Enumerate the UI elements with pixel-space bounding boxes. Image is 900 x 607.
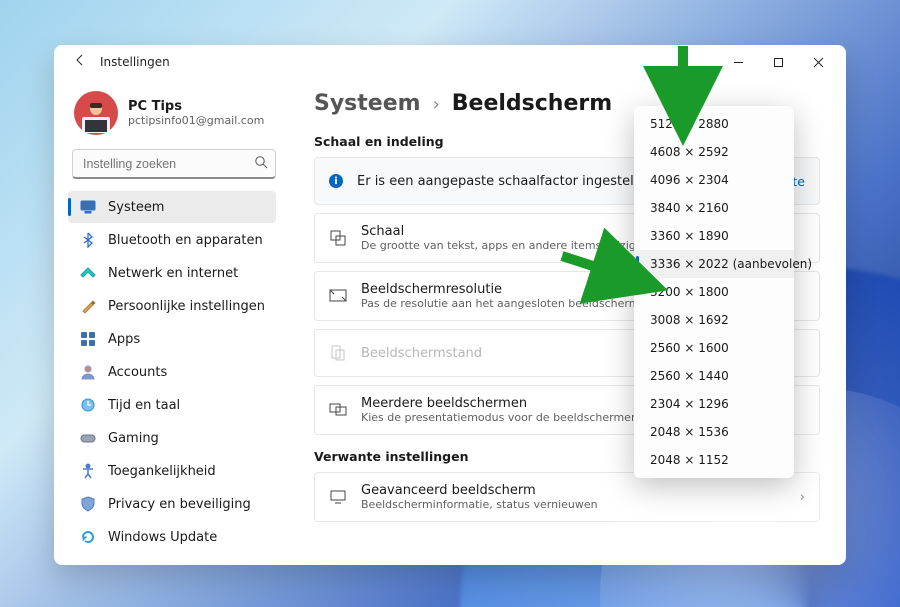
sidebar-item-label: Systeem [108, 200, 164, 215]
resolution-option[interactable]: 2560 × 1600 [634, 334, 794, 362]
card-title: Schaal [361, 224, 649, 239]
apps-icon [80, 331, 96, 347]
resolution-dropdown[interactable]: 5120 × 28804608 × 25924096 × 23043840 × … [634, 106, 794, 478]
sidebar-item-tijd[interactable]: Tijd en taal [68, 389, 276, 421]
card-title: Geavanceerd beeldscherm [361, 483, 598, 498]
sidebar-item-bluetooth[interactable]: Bluetooth en apparaten [68, 224, 276, 256]
resolution-option[interactable]: 3336 × 2022 (aanbevolen) [634, 250, 794, 278]
profile-email: pctipsinfo01@gmail.com [128, 114, 264, 127]
chevron-right-icon: › [433, 94, 440, 115]
scale-icon [329, 229, 347, 247]
resolution-option[interactable]: 5120 × 2880 [634, 110, 794, 138]
sidebar-item-apps[interactable]: Apps [68, 323, 276, 355]
resolution-option[interactable]: 4096 × 2304 [634, 166, 794, 194]
accessibility-icon [80, 463, 96, 479]
card-subtitle: Pas de resolutie aan het aangesloten bee… [361, 297, 663, 310]
resolution-option[interactable]: 4608 × 2592 [634, 138, 794, 166]
wifi-icon [80, 265, 96, 281]
avatar [74, 91, 118, 135]
display-icon [80, 199, 96, 215]
monitor-icon [329, 488, 347, 506]
titlebar: Instellingen [54, 45, 846, 79]
sidebar-item-systeem[interactable]: Systeem [68, 191, 276, 223]
paintbrush-icon [80, 298, 96, 314]
chevron-right-icon: › [800, 490, 805, 505]
breadcrumb-parent[interactable]: Systeem [314, 91, 421, 116]
window-controls [718, 45, 838, 79]
resolution-option[interactable]: 2048 × 1152 [634, 446, 794, 474]
orientation-icon [329, 344, 347, 362]
sidebar-item-update[interactable]: Windows Update [68, 521, 276, 553]
bluetooth-icon [80, 232, 96, 248]
info-icon: i [329, 174, 343, 188]
page-title: Beeldscherm [452, 91, 612, 116]
resolution-option[interactable]: 3008 × 1692 [634, 306, 794, 334]
resolution-option[interactable]: 2560 × 1440 [634, 362, 794, 390]
sidebar-item-gaming[interactable]: Gaming [68, 422, 276, 454]
resolution-option[interactable]: 2304 × 1296 [634, 390, 794, 418]
sidebar-item-label: Gaming [108, 431, 159, 446]
resolution-icon [329, 287, 347, 305]
resolution-option[interactable]: 3200 × 1800 [634, 278, 794, 306]
search-input[interactable] [72, 149, 276, 179]
info-text: Er is een aangepaste schaalfactor ingest… [357, 174, 646, 189]
sidebar-item-netwerk[interactable]: Netwerk en internet [68, 257, 276, 289]
sidebar-item-label: Tijd en taal [108, 398, 180, 413]
minimize-button[interactable] [718, 45, 758, 79]
sidebar-item-label: Apps [108, 332, 140, 347]
account-icon [80, 364, 96, 380]
sidebar-item-label: Netwerk en internet [108, 266, 238, 281]
sidebar-item-label: Windows Update [108, 530, 217, 545]
resolution-option[interactable]: 3360 × 1890 [634, 222, 794, 250]
sidebar-item-privacy[interactable]: Privacy en beveiliging [68, 488, 276, 520]
sidebar-item-toegankelijkheid[interactable]: Toegankelijkheid [68, 455, 276, 487]
window-title: Instellingen [100, 55, 170, 69]
multi-display-icon [329, 401, 347, 419]
sidebar-item-label: Toegankelijkheid [108, 464, 216, 479]
sidebar: PC Tips pctipsinfo01@gmail.com Systeem B… [54, 79, 290, 565]
card-title: Beeldschermresolutie [361, 282, 663, 297]
sidebar-item-label: Bluetooth en apparaten [108, 233, 263, 248]
sidebar-item-persoonlijk[interactable]: Persoonlijke instellingen [68, 290, 276, 322]
sidebar-item-label: Accounts [108, 365, 167, 380]
update-icon [80, 529, 96, 545]
resolution-option[interactable]: 2048 × 1536 [634, 418, 794, 446]
card-subtitle: Beeldscherminformatie, status vernieuwen [361, 498, 598, 511]
close-button[interactable] [798, 45, 838, 79]
sidebar-item-label: Persoonlijke instellingen [108, 299, 265, 314]
card-advanced-display[interactable]: Geavanceerd beeldscherm Beeldscherminfor… [314, 472, 820, 522]
search-box [72, 149, 276, 179]
profile-block[interactable]: PC Tips pctipsinfo01@gmail.com [72, 83, 276, 149]
sidebar-nav: Systeem Bluetooth en apparaten Netwerk e… [68, 191, 276, 553]
card-subtitle: De grootte van tekst, apps en andere ite… [361, 239, 649, 252]
shield-icon [80, 496, 96, 512]
maximize-button[interactable] [758, 45, 798, 79]
search-icon [254, 155, 268, 173]
profile-name: PC Tips [128, 99, 264, 114]
resolution-option[interactable]: 3840 × 2160 [634, 194, 794, 222]
sidebar-item-label: Privacy en beveiliging [108, 497, 251, 512]
card-subtitle: Kies de presentatiemodus voor de beeldsc… [361, 411, 638, 424]
card-title: Beeldschermstand [361, 346, 482, 361]
gamepad-icon [80, 430, 96, 446]
sidebar-item-accounts[interactable]: Accounts [68, 356, 276, 388]
clock-globe-icon [80, 397, 96, 413]
card-title: Meerdere beeldschermen [361, 396, 638, 411]
back-button[interactable] [72, 53, 88, 71]
